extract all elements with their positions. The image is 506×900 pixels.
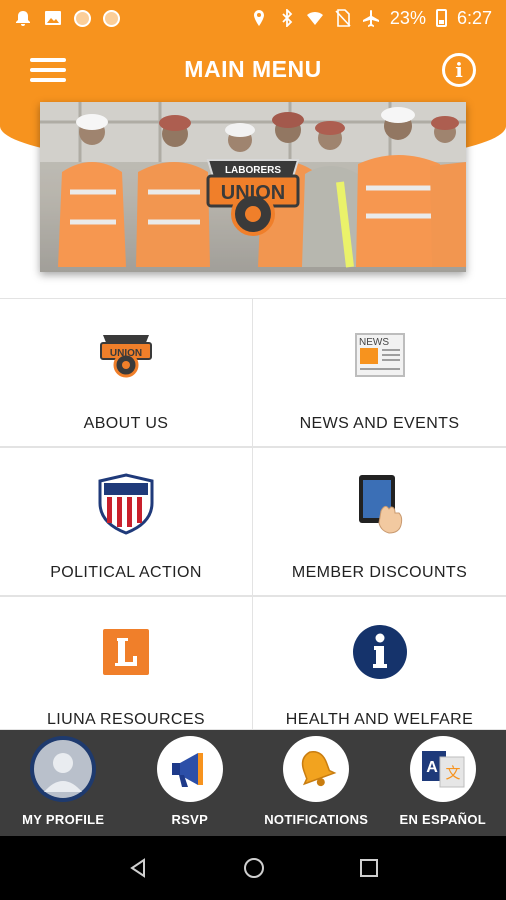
- megaphone-icon: [156, 736, 223, 802]
- newspaper-icon: NEWS: [348, 323, 412, 387]
- bluetooth-icon: [282, 9, 293, 27]
- letter-l-icon: [94, 621, 158, 683]
- svg-text:UNION: UNION: [221, 182, 285, 204]
- my-profile-button[interactable]: MY PROFILE: [0, 730, 127, 836]
- menu-item-news-and-events[interactable]: NEWS NEWS AND EVENTS: [253, 298, 506, 447]
- en-espanol-button[interactable]: A 文 EN ESPAÑOL: [380, 730, 506, 836]
- tablet-touch-icon: [348, 472, 412, 536]
- menu-item-about-us[interactable]: UNION ABOUT US: [0, 298, 253, 447]
- menu-item-label: HEALTH AND WELFARE: [285, 711, 474, 728]
- menu-item-liuna-resources[interactable]: LIUNA RESOURCES: [0, 596, 253, 730]
- image-icon: [45, 11, 61, 25]
- system-navigation-bar: [0, 836, 506, 900]
- info-icon[interactable]: i: [442, 53, 476, 87]
- app-bar: MAIN MENU i: [0, 36, 506, 102]
- svg-text:文: 文: [445, 764, 460, 782]
- clock: 6:27: [456, 7, 492, 28]
- svg-text:UNION: UNION: [110, 348, 142, 359]
- menu-item-member-discounts[interactable]: MEMBER DISCOUNTS: [253, 447, 506, 596]
- bottom-bar-label: EN ESPAÑOL: [399, 812, 487, 827]
- notifications-button[interactable]: NOTIFICATIONS: [253, 730, 380, 836]
- rsvp-button[interactable]: RSVP: [127, 730, 254, 836]
- union-logo-icon: UNION: [94, 323, 158, 387]
- bottom-bar-label: MY PROFILE: [22, 812, 105, 827]
- battery-percent: 23%: [389, 7, 426, 28]
- menu-item-health-and-welfare[interactable]: HEALTH AND WELFARE: [253, 596, 506, 730]
- menu-item-label: ABOUT US: [83, 415, 169, 432]
- bell-icon: [283, 736, 350, 802]
- menu-item-label: NEWS AND EVENTS: [299, 415, 460, 432]
- bottom-navigation-bar: MY PROFILE RSVP NOTIFICATIONS A 文 EN ESP…: [0, 730, 506, 836]
- shield-flag-icon: [94, 472, 158, 536]
- notification-bell-icon: [16, 11, 30, 26]
- page-title: MAIN MENU: [184, 55, 322, 82]
- back-icon[interactable]: [127, 857, 149, 879]
- svg-text:LABORERS: LABORERS: [225, 165, 281, 176]
- menu-item-label: LIUNA RESOURCES: [46, 711, 206, 728]
- app-status-icon: [74, 9, 91, 27]
- menu-item-label: POLITICAL ACTION: [50, 564, 202, 581]
- svg-text:NEWS: NEWS: [359, 337, 389, 348]
- location-icon: [253, 10, 264, 26]
- menu-item-label: MEMBER DISCOUNTS: [291, 564, 468, 581]
- bottom-bar-label: NOTIFICATIONS: [264, 812, 369, 827]
- app-status-icon-2: [103, 9, 120, 27]
- header-banner-image: LABORERS UNION: [40, 102, 466, 272]
- battery-icon: [435, 9, 447, 27]
- home-icon[interactable]: [242, 856, 266, 880]
- avatar-icon: [30, 736, 97, 802]
- hamburger-menu-icon[interactable]: [30, 58, 66, 82]
- info-circle-icon: [348, 621, 412, 683]
- wifi-icon: [306, 11, 323, 25]
- main-menu-grid: UNION ABOUT US NEWS NEWS AND EVENTS POLI…: [0, 298, 506, 730]
- airplane-icon: [362, 10, 379, 27]
- recents-icon[interactable]: [359, 858, 379, 878]
- bottom-bar-label: RSVP: [171, 812, 209, 827]
- svg-text:A: A: [426, 759, 438, 776]
- menu-item-political-action[interactable]: POLITICAL ACTION: [0, 447, 253, 596]
- no-sim-icon: [335, 9, 351, 27]
- status-bar: 23% 6:27: [0, 0, 506, 36]
- translate-icon: A 文: [409, 736, 476, 802]
